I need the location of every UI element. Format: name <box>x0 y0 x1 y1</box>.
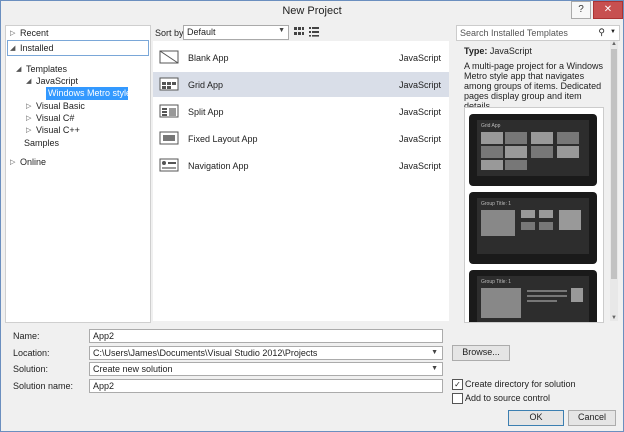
template-name: Fixed Layout App <box>188 134 258 144</box>
expand-arrow-icon[interactable]: ▷ <box>26 102 31 110</box>
expand-arrow-icon[interactable]: ▷ <box>10 158 15 166</box>
sort-by-dropdown[interactable]: Default ▼ <box>183 25 289 40</box>
solution-name-value: App2 <box>93 381 115 391</box>
collapse-arrow-icon[interactable]: ◢ <box>26 77 31 85</box>
solution-dropdown[interactable]: Create new solution ▼ <box>89 362 443 376</box>
template-language: JavaScript <box>399 107 442 117</box>
template-language: JavaScript <box>399 80 442 90</box>
category-tree: ▷ Recent ◢ Installed ◢ Templates ◢ JavaS… <box>5 25 151 323</box>
template-list: Blank App JavaScript Grid App JavaScript… <box>153 41 449 321</box>
tree-item-windows-metro-style[interactable]: Windows Metro style <box>48 88 131 98</box>
fixed-layout-app-icon <box>159 131 179 145</box>
split-app-icon <box>159 104 179 118</box>
close-button[interactable]: ✕ <box>593 1 623 19</box>
location-combobox[interactable]: C:\Users\James\Documents\Visual Studio 2… <box>89 346 443 360</box>
tree-item-online[interactable]: Online <box>20 157 46 167</box>
blank-app-icon <box>159 50 179 64</box>
template-toolbar: Sort by: Default ▼ <box>153 25 449 41</box>
tree-item-samples[interactable]: Samples <box>24 138 59 148</box>
create-directory-checkbox[interactable]: ✓ <box>452 379 463 390</box>
list-view-icon[interactable] <box>308 26 320 37</box>
title-bar: New Project ? ✕ <box>1 1 623 23</box>
type-value: JavaScript <box>489 46 532 56</box>
collapse-arrow-icon[interactable]: ◢ <box>10 44 15 52</box>
ok-button[interactable]: OK <box>508 410 564 426</box>
location-label: Location: <box>13 348 50 358</box>
scroll-down-icon[interactable]: ▼ <box>610 315 618 321</box>
preview-screenshot: Group Title: 1 <box>469 192 597 264</box>
name-field[interactable]: App2 <box>89 329 443 343</box>
sort-by-label: Sort by: <box>155 28 187 38</box>
preview-title: Group Title: 1 <box>481 201 512 207</box>
name-value: App2 <box>93 331 115 341</box>
medium-icons-view-icon[interactable] <box>293 26 305 37</box>
expand-arrow-icon[interactable]: ▷ <box>26 126 31 134</box>
create-directory-label: Create directory for solution <box>465 379 576 389</box>
expand-arrow-icon[interactable]: ▷ <box>26 114 31 122</box>
preview-title: Group Title: 1 <box>481 279 512 285</box>
scroll-up-icon[interactable]: ▲ <box>610 41 618 47</box>
template-row-split-app[interactable]: Split App JavaScript <box>153 99 449 124</box>
type-label: Type: <box>464 46 488 56</box>
tree-item-recent[interactable]: Recent <box>20 28 49 38</box>
template-language: JavaScript <box>399 53 442 63</box>
tree-item-installed[interactable]: Installed <box>20 43 54 53</box>
preview-screenshot: Grid App <box>469 114 597 186</box>
source-control-checkbox[interactable] <box>452 393 463 404</box>
template-language: JavaScript <box>399 161 442 171</box>
solution-name-field[interactable]: App2 <box>89 379 443 393</box>
tree-item-templates[interactable]: Templates <box>26 64 67 74</box>
template-name: Navigation App <box>188 161 249 171</box>
template-row-fixed-layout-app[interactable]: Fixed Layout App JavaScript <box>153 126 449 151</box>
cancel-button[interactable]: Cancel <box>568 410 616 426</box>
group-preview-icon <box>481 210 581 236</box>
template-name: Blank App <box>188 53 229 63</box>
tree-item-visual-cpp[interactable]: Visual C++ <box>36 125 80 135</box>
browse-button[interactable]: Browse... <box>452 345 510 361</box>
solution-value: Create new solution <box>93 364 173 374</box>
solution-label: Solution: <box>13 364 49 374</box>
help-button[interactable]: ? <box>571 1 591 19</box>
tree-item-visual-basic[interactable]: Visual Basic <box>36 101 85 111</box>
template-description: A multi-page project for a Windows Metro… <box>464 61 604 111</box>
search-input[interactable]: Search Installed Templates <box>460 28 568 38</box>
search-icon[interactable]: ⚲ <box>598 27 605 38</box>
chevron-down-icon[interactable]: ▼ <box>431 349 438 356</box>
grid-app-icon <box>159 77 179 91</box>
tree-item-visual-csharp[interactable]: Visual C# <box>36 113 74 123</box>
sort-by-value: Default <box>187 27 216 37</box>
template-row-blank-app[interactable]: Blank App JavaScript <box>153 45 449 70</box>
preview-screenshot: Group Title: 1 <box>469 270 597 322</box>
collapse-arrow-icon[interactable]: ◢ <box>16 65 21 73</box>
dialog-title: New Project <box>282 5 342 17</box>
location-value: C:\Users\James\Documents\Visual Studio 2… <box>93 348 318 358</box>
grid-preview-icon <box>481 132 579 170</box>
template-name: Grid App <box>188 80 224 90</box>
type-line: Type: JavaScript <box>464 46 532 56</box>
source-control-label: Add to source control <box>465 393 551 403</box>
chevron-down-icon[interactable]: ▼ <box>431 365 438 372</box>
tree-item-javascript[interactable]: JavaScript <box>36 76 78 86</box>
item-preview-icon <box>481 288 583 318</box>
chevron-down-icon: ▼ <box>278 27 285 34</box>
navigation-app-icon <box>159 158 179 172</box>
new-project-dialog: New Project ? ✕ ▷ Recent ◢ Installed ◢ T… <box>0 0 624 432</box>
name-label: Name: <box>13 331 40 341</box>
chevron-down-icon[interactable]: ▼ <box>610 29 616 35</box>
template-details: Type: JavaScript A multi-page project fo… <box>456 41 618 323</box>
template-row-navigation-app[interactable]: Navigation App JavaScript <box>153 153 449 178</box>
template-language: JavaScript <box>399 134 442 144</box>
details-scrollbar[interactable]: ▲ ▼ <box>610 41 618 321</box>
preview-title: Grid App <box>481 123 501 129</box>
template-name: Split App <box>188 107 224 117</box>
template-preview: Grid App Group Title: 1 Group Title: 1 <box>464 107 604 323</box>
solution-name-label: Solution name: <box>13 381 74 391</box>
search-templates-box[interactable]: Search Installed Templates ⚲ ▼ <box>456 25 620 41</box>
scroll-thumb[interactable] <box>611 49 617 279</box>
expand-arrow-icon[interactable]: ▷ <box>10 29 15 37</box>
template-row-grid-app[interactable]: Grid App JavaScript <box>153 72 449 97</box>
